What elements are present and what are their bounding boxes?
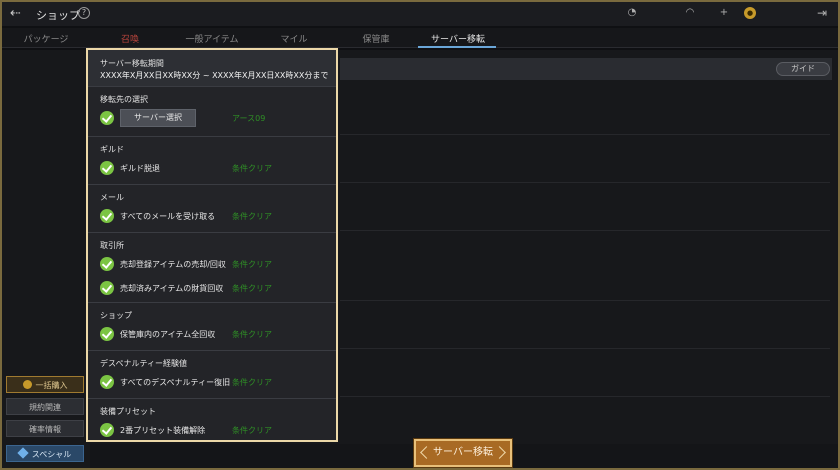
clock-icon: ◔: [627, 7, 637, 18]
list-item: 売却済みアイテムの財貨回収 条件クリア: [100, 281, 330, 297]
coin-icon: [22, 380, 32, 389]
tab-storage[interactable]: 保管庫: [336, 32, 416, 45]
tab-bar: パッケージ 召喚 一般アイテム マイル 保管庫 サーバー移転: [2, 28, 838, 48]
list-item: ギルド脱退 条件クリア: [100, 161, 330, 177]
divider: [340, 230, 830, 231]
section-mail: メール すべてのメールを受け取る 条件クリア: [88, 184, 336, 232]
panel-header: サーバー移転期間 XXXX年X月XX日XX時XX分 ~ XXXX年X月XX日XX…: [88, 50, 336, 86]
check-icon: [100, 161, 114, 175]
section-title: 取引所: [100, 241, 124, 250]
guide-strip: [340, 58, 832, 80]
plus-icon[interactable]: +: [718, 7, 730, 19]
server-select-button[interactable]: サーバー選択: [120, 109, 196, 127]
check-icon: [100, 327, 114, 341]
item-label: 保管庫内のアイテム全回収: [120, 330, 216, 339]
section-equipment-preset: 装備プリセット 2番プリセット装備解除 条件クリア: [88, 398, 336, 442]
item-status: 条件クリア: [232, 426, 272, 435]
guide-button[interactable]: ガイド: [776, 62, 830, 76]
section-guild: ギルド ギルド脱退 条件クリア: [88, 136, 336, 184]
item-label: すべてのメールを受け取る: [120, 212, 216, 221]
item-label: ギルド脱退: [120, 164, 160, 173]
item-status: 条件クリア: [232, 164, 272, 173]
section-shop: ショップ 保管庫内のアイテム全回収 条件クリア: [88, 302, 336, 350]
item-status: アース09: [232, 114, 266, 123]
tab-summon[interactable]: 召喚: [90, 32, 170, 45]
help-icon[interactable]: ?: [78, 7, 90, 19]
item-label: すべてのデスペナルティー復旧: [120, 378, 231, 387]
top-bar: ⇠ ショップ ? ◔ ◠ + ● ⇥: [2, 2, 838, 26]
check-icon: [100, 257, 114, 271]
active-tab-indicator: [418, 46, 496, 48]
divider: [340, 182, 830, 183]
divider: [340, 396, 830, 397]
exit-icon[interactable]: ⇥: [816, 7, 828, 19]
bulk-purchase-button[interactable]: 一括購入: [6, 376, 84, 393]
wifi-icon: ◠: [685, 7, 695, 18]
check-icon: [100, 423, 114, 437]
item-status: 条件クリア: [232, 212, 272, 221]
item-label: 売却登録アイテムの売却/回収: [120, 260, 226, 269]
section-death-penalty: デスペナルティー経験値 すべてのデスペナルティー復旧 条件クリア: [88, 350, 336, 398]
item-label: 2番プリセット装備解除: [120, 426, 206, 435]
check-icon: [100, 375, 114, 389]
coin-icon: ●: [744, 7, 756, 19]
panel-title: サーバー移転期間: [100, 59, 164, 68]
divider: [340, 348, 830, 349]
section-title: デスペナルティー経験値: [100, 359, 187, 368]
gem-icon: [17, 447, 29, 459]
special-button[interactable]: スペシャル: [6, 445, 84, 462]
check-icon: [100, 209, 114, 223]
item-status: 条件クリア: [232, 284, 272, 293]
list-item: サーバー選択 アース09: [100, 109, 330, 127]
divider: [340, 134, 830, 135]
divider: [340, 300, 830, 301]
section-title: メール: [100, 193, 124, 202]
terms-button[interactable]: 規約関連: [6, 398, 84, 415]
section-title: ショップ: [100, 311, 132, 320]
section-destination: 移転先の選択 サーバー選択 アース09: [88, 86, 336, 136]
check-icon: [100, 111, 114, 125]
section-title: ギルド: [100, 145, 124, 154]
tab-general-items[interactable]: 一般アイテム: [172, 32, 252, 45]
list-item: 保管庫内のアイテム全回収 条件クリア: [100, 327, 330, 343]
server-transfer-button[interactable]: サーバー移転: [414, 439, 512, 467]
item-status: 条件クリア: [232, 378, 272, 387]
transfer-period: XXXX年X月XX日XX時XX分 ~ XXXX年X月XX日XX時XX分まで: [100, 71, 329, 80]
check-icon: [100, 281, 114, 295]
tab-package[interactable]: パッケージ: [6, 32, 86, 45]
server-transfer-panel: サーバー移転期間 XXXX年X月XX日XX時XX分 ~ XXXX年X月XX日XX…: [86, 48, 338, 442]
item-label: 売却済みアイテムの財貨回収: [120, 284, 224, 293]
tab-mile[interactable]: マイル: [254, 32, 334, 45]
list-item: すべてのデスペナルティー復旧 条件クリア: [100, 375, 330, 391]
list-item: 売却登録アイテムの売却/回収 条件クリア: [100, 257, 330, 273]
back-arrow-icon[interactable]: ⇠: [10, 6, 32, 22]
section-title: 装備プリセット: [100, 407, 156, 416]
item-status: 条件クリア: [232, 260, 272, 269]
section-title: 移転先の選択: [100, 95, 148, 104]
list-item: すべてのメールを受け取る 条件クリア: [100, 209, 330, 225]
item-status: 条件クリア: [232, 330, 272, 339]
list-item: 2番プリセット装備解除 条件クリア: [100, 423, 330, 439]
probability-info-button[interactable]: 確率情報: [6, 420, 84, 437]
tab-server-transfer[interactable]: サーバー移転: [418, 32, 498, 45]
page-title: ショップ: [36, 9, 80, 22]
section-exchange: 取引所 売却登録アイテムの売却/回収 条件クリア 売却済みアイテムの財貨回収 条…: [88, 232, 336, 302]
